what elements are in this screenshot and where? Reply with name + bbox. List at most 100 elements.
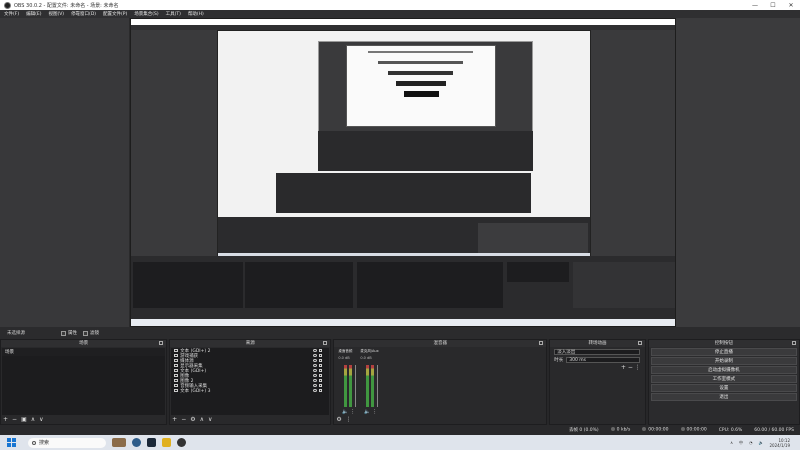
dropped-frames: 丢帧 0 (0.0%) [569, 428, 599, 433]
visibility-icon[interactable] [313, 349, 318, 352]
volume-fader[interactable] [377, 365, 379, 407]
image-source-icon [174, 374, 179, 377]
menu-view[interactable]: 视图(V) [48, 11, 64, 17]
game-capture-icon [174, 354, 179, 357]
lock-icon[interactable] [319, 389, 323, 392]
menu-scene-collection[interactable]: 场景集合(S) [134, 11, 158, 17]
visibility-icon[interactable] [313, 384, 318, 387]
nested-preview-canvas [217, 30, 591, 257]
windows-start-icon[interactable] [7, 438, 16, 447]
minimize-button[interactable]: — [746, 2, 764, 9]
channel-settings-icon[interactable]: ⋮ [372, 409, 377, 415]
menu-edit[interactable]: 编辑(E) [26, 11, 41, 17]
scenes-list[interactable]: 场景 [2, 348, 166, 415]
move-scene-down-button[interactable]: ∨ [39, 416, 43, 423]
visibility-icon[interactable] [313, 374, 318, 377]
visibility-icon[interactable] [313, 379, 318, 382]
visibility-icon[interactable] [313, 354, 318, 357]
add-scene-button[interactable]: + [3, 416, 8, 423]
transition-buttons: + − ⋮ [621, 364, 641, 371]
move-source-up-button[interactable]: ∧ [200, 416, 204, 423]
tray-chevron-icon[interactable]: ∧ [730, 440, 733, 445]
advanced-audio-gear-icon[interactable]: ⚙ [336, 416, 341, 423]
nested-preview-area [131, 30, 675, 257]
exit-button[interactable]: 退出 [650, 393, 798, 401]
move-scene-up-button[interactable]: ∧ [31, 416, 35, 423]
visibility-icon[interactable] [313, 359, 318, 362]
add-source-button[interactable]: + [172, 416, 177, 423]
undock-icon[interactable] [792, 341, 797, 345]
steam-icon[interactable] [147, 438, 156, 447]
live-time: 00:00:00 [642, 427, 669, 433]
visibility-icon[interactable] [313, 364, 318, 367]
undock-icon[interactable] [323, 341, 328, 345]
menu-help[interactable]: 帮助(H) [188, 11, 204, 17]
undock-icon[interactable] [539, 341, 544, 345]
task-view-icon[interactable] [112, 438, 126, 447]
preview-canvas[interactable] [130, 18, 676, 327]
undock-icon[interactable] [159, 341, 164, 345]
remove-transition-button[interactable]: − [628, 364, 633, 371]
taskbar-search[interactable]: 搜索 [28, 437, 106, 448]
lock-icon[interactable] [319, 374, 323, 377]
start-recording-button[interactable]: 开始录制 [650, 357, 798, 365]
clock-date: 2024/1/19 [769, 442, 790, 448]
menu-docks[interactable]: 停靠窗口(D) [71, 11, 96, 17]
mixer-footer: ⚙ ⋮ [336, 416, 351, 423]
visibility-icon[interactable] [313, 369, 318, 372]
filters-button[interactable]: 滤镜 [83, 330, 99, 336]
lock-icon[interactable] [319, 369, 323, 372]
network-icon[interactable]: ◔ [749, 440, 753, 445]
channel-name: 麦克风/Aux [360, 349, 379, 353]
transition-select[interactable]: 淡入淡出 [554, 349, 641, 355]
source-properties-button[interactable]: ⚙ [190, 416, 195, 423]
sources-list[interactable]: 文本 (GDI+) 2 游戏捕获 媒体源 显示器采集 文本 (GDI+) 图像 … [171, 348, 330, 415]
add-transition-button[interactable]: + [621, 364, 626, 371]
lock-icon[interactable] [319, 384, 323, 387]
taskbar-clock[interactable]: 10:12 2024/1/19 [769, 438, 790, 448]
move-source-down-button[interactable]: ∨ [208, 416, 212, 423]
settings-button[interactable]: 设置 [650, 384, 798, 392]
lock-icon[interactable] [319, 359, 323, 362]
scene-filters-button[interactable]: ▣ [21, 416, 27, 423]
properties-button[interactable]: 属性 [61, 330, 77, 336]
source-item[interactable]: 文本 (GDI+) 3 [171, 388, 329, 394]
obs-logo-icon [4, 1, 11, 9]
edge-browser-icon[interactable] [132, 438, 141, 447]
transitions-dock-header: 转场动画 [550, 340, 645, 347]
lock-icon[interactable] [319, 354, 323, 357]
speaker-icon[interactable]: 🔈 [342, 409, 348, 415]
scene-item[interactable]: 场景 [2, 348, 166, 356]
input-language[interactable]: 中 [739, 440, 743, 446]
file-explorer-icon[interactable] [162, 438, 171, 447]
lock-icon[interactable] [319, 349, 323, 352]
remove-scene-button[interactable]: − [12, 416, 17, 423]
stop-streaming-button[interactable]: 停止直播 [650, 348, 798, 356]
maximize-button[interactable]: ☐ [764, 2, 782, 9]
menu-profile[interactable]: 配置文件(P) [103, 11, 127, 17]
remove-source-button[interactable]: − [181, 416, 186, 423]
sources-dock: 来源 文本 (GDI+) 2 游戏捕获 媒体源 显示器采集 文本 (GDI+) … [169, 339, 332, 425]
bitrate: 0 kb/s [610, 427, 630, 433]
studio-mode-button[interactable]: 工作室模式 [650, 375, 798, 383]
visibility-icon[interactable] [313, 389, 318, 392]
volume-icon[interactable]: 🔈 [759, 440, 764, 445]
mixer-menu-icon[interactable]: ⋮ [346, 416, 352, 423]
close-button[interactable]: ✕ [782, 2, 800, 9]
gear-icon [61, 330, 66, 336]
menu-file[interactable]: 文件(F) [4, 11, 19, 17]
transition-menu-icon[interactable]: ⋮ [635, 364, 641, 371]
volume-meter [371, 365, 375, 407]
menu-tools[interactable]: 工具(T) [166, 11, 181, 17]
undock-icon[interactable] [637, 341, 642, 345]
start-virtual-camera-button[interactable]: 启动虚拟摄像机 [650, 366, 798, 374]
lock-icon[interactable] [319, 379, 323, 382]
volume-fader[interactable] [355, 365, 357, 407]
mixer-channel: 麦克风/Aux 0.0 dB 🔈 ⋮ [360, 349, 384, 415]
speaker-icon[interactable]: 🔈 [364, 409, 370, 415]
rec-time: 00:00:00 [680, 427, 707, 433]
obs-taskbar-icon[interactable] [177, 438, 186, 447]
channel-settings-icon[interactable]: ⋮ [350, 409, 355, 415]
lock-icon[interactable] [319, 364, 323, 367]
duration-input[interactable]: 300 ms [566, 357, 641, 363]
